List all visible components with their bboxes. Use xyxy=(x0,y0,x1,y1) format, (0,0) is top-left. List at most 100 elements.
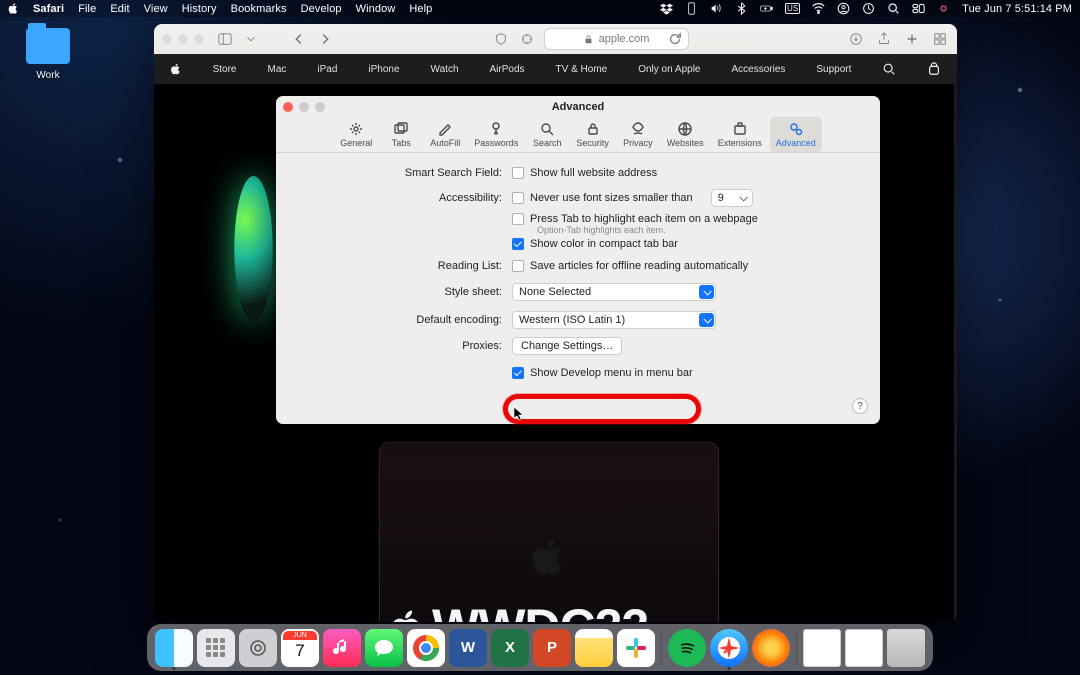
tab-tabs[interactable]: Tabs xyxy=(380,117,422,152)
battery-icon[interactable] xyxy=(760,2,773,15)
font-size-select[interactable]: 9 xyxy=(711,189,753,207)
menu-view[interactable]: View xyxy=(144,3,168,15)
siri-icon[interactable] xyxy=(937,2,950,15)
close-icon[interactable] xyxy=(162,34,172,44)
page-content: WWDC22 Advanced General Tabs AutoFill xyxy=(154,84,957,622)
dock-calendar[interactable]: JUN7 xyxy=(281,629,319,667)
dropbox-icon[interactable] xyxy=(660,2,673,15)
menu-edit[interactable]: Edit xyxy=(110,3,129,15)
preferences-tabs: General Tabs AutoFill Passwords Search S… xyxy=(276,117,880,153)
menu-help[interactable]: Help xyxy=(409,3,432,15)
nav-accessories[interactable]: Accessories xyxy=(731,64,785,75)
dock-system-preferences[interactable] xyxy=(239,629,277,667)
dock-powerpoint[interactable]: P xyxy=(533,629,571,667)
checkbox-full-url[interactable] xyxy=(512,167,524,179)
volume-icon[interactable] xyxy=(710,2,723,15)
user-icon[interactable] xyxy=(837,2,850,15)
close-button[interactable] xyxy=(283,102,293,112)
dock-chrome[interactable] xyxy=(407,629,445,667)
checkbox-save-offline[interactable] xyxy=(512,260,524,272)
menu-file[interactable]: File xyxy=(78,3,96,15)
dock-launchpad[interactable] xyxy=(197,629,235,667)
nav-mac[interactable]: Mac xyxy=(267,64,286,75)
dock-notes[interactable] xyxy=(575,629,613,667)
style-sheet-select[interactable]: None Selected xyxy=(512,283,716,301)
dock-spotify[interactable] xyxy=(668,629,706,667)
tab-security[interactable]: Security xyxy=(570,117,615,152)
checkbox-show-develop[interactable] xyxy=(512,367,524,379)
scrollbar[interactable] xyxy=(954,84,957,622)
dock-trash[interactable] xyxy=(887,629,925,667)
zoom-icon[interactable] xyxy=(194,34,204,44)
window-controls[interactable] xyxy=(162,34,204,44)
privacy-report-button[interactable] xyxy=(492,30,510,48)
new-tab-button[interactable] xyxy=(903,30,921,48)
menu-develop[interactable]: Develop xyxy=(301,3,342,15)
dock-music[interactable] xyxy=(323,629,361,667)
address-bar[interactable]: apple.com xyxy=(544,28,688,50)
menu-window[interactable]: Window xyxy=(356,3,396,15)
share-button[interactable] xyxy=(875,30,893,48)
back-button[interactable] xyxy=(290,30,308,48)
dock-safari[interactable] xyxy=(710,629,748,667)
control-center-icon[interactable] xyxy=(912,2,925,15)
tab-websites[interactable]: Websites xyxy=(661,117,710,152)
tab-autofill[interactable]: AutoFill xyxy=(424,117,466,152)
label: Show full website address xyxy=(530,167,657,179)
menu-history[interactable]: History xyxy=(182,3,217,15)
sidebar-toggle-button[interactable] xyxy=(216,30,234,48)
minimize-icon[interactable] xyxy=(178,34,188,44)
website-settings-button[interactable] xyxy=(518,30,536,48)
reload-icon[interactable] xyxy=(668,32,682,46)
dock-messages[interactable] xyxy=(365,629,403,667)
downloads-button[interactable] xyxy=(847,30,865,48)
menu-bookmarks[interactable]: Bookmarks xyxy=(231,3,287,15)
tab-advanced[interactable]: Advanced xyxy=(770,117,822,152)
apple-logo-icon[interactable] xyxy=(8,3,19,14)
app-name[interactable]: Safari xyxy=(33,3,64,15)
menubar-clock[interactable]: Tue Jun 7 5:51:14 PM xyxy=(962,3,1072,15)
dock-file-1[interactable] xyxy=(803,629,841,667)
bag-icon[interactable] xyxy=(927,62,941,76)
clock-icon[interactable] xyxy=(862,2,875,15)
nav-airpods[interactable]: AirPods xyxy=(490,64,525,75)
dock-finder[interactable] xyxy=(155,629,193,667)
nav-only-apple[interactable]: Only on Apple xyxy=(638,64,700,75)
chevron-down-icon[interactable] xyxy=(242,30,260,48)
nav-store[interactable]: Store xyxy=(213,64,237,75)
dock-excel[interactable]: X xyxy=(491,629,529,667)
tab-search[interactable]: Search xyxy=(526,117,568,152)
minimize-button[interactable] xyxy=(299,102,309,112)
desktop-folder-work[interactable]: Work xyxy=(18,28,78,81)
change-settings-button[interactable]: Change Settings… xyxy=(512,337,622,355)
dock-slack[interactable] xyxy=(617,629,655,667)
checkbox-press-tab[interactable] xyxy=(512,213,524,225)
search-icon[interactable] xyxy=(882,62,896,76)
nav-tvhome[interactable]: TV & Home xyxy=(556,64,608,75)
bluetooth-icon[interactable] xyxy=(735,2,748,15)
checkbox-font-size[interactable] xyxy=(512,192,524,204)
tab-extensions[interactable]: Extensions xyxy=(712,117,768,152)
tab-passwords[interactable]: Passwords xyxy=(468,117,524,152)
wifi-icon[interactable] xyxy=(812,2,825,15)
nav-support[interactable]: Support xyxy=(816,64,851,75)
dock-word[interactable]: W xyxy=(449,629,487,667)
dock-file-2[interactable] xyxy=(845,629,883,667)
search-icon[interactable] xyxy=(887,2,900,15)
help-button[interactable]: ? xyxy=(852,398,868,414)
label-style-sheet: Style sheet: xyxy=(276,286,512,298)
default-encoding-select[interactable]: Western (ISO Latin 1) xyxy=(512,311,716,329)
tab-privacy[interactable]: Privacy xyxy=(617,117,659,152)
nav-watch[interactable]: Watch xyxy=(431,64,459,75)
tab-general[interactable]: General xyxy=(334,117,378,152)
dock-firefox[interactable] xyxy=(752,629,790,667)
forward-button[interactable] xyxy=(316,30,334,48)
checkbox-tab-color[interactable] xyxy=(512,238,524,250)
tab-overview-button[interactable] xyxy=(931,30,949,48)
apple-logo-nav-icon[interactable] xyxy=(170,62,182,76)
zoom-button[interactable] xyxy=(315,102,325,112)
nav-ipad[interactable]: iPad xyxy=(317,64,337,75)
input-source-icon[interactable]: US xyxy=(785,3,800,14)
nav-iphone[interactable]: iPhone xyxy=(368,64,399,75)
phone-icon[interactable] xyxy=(685,2,698,15)
